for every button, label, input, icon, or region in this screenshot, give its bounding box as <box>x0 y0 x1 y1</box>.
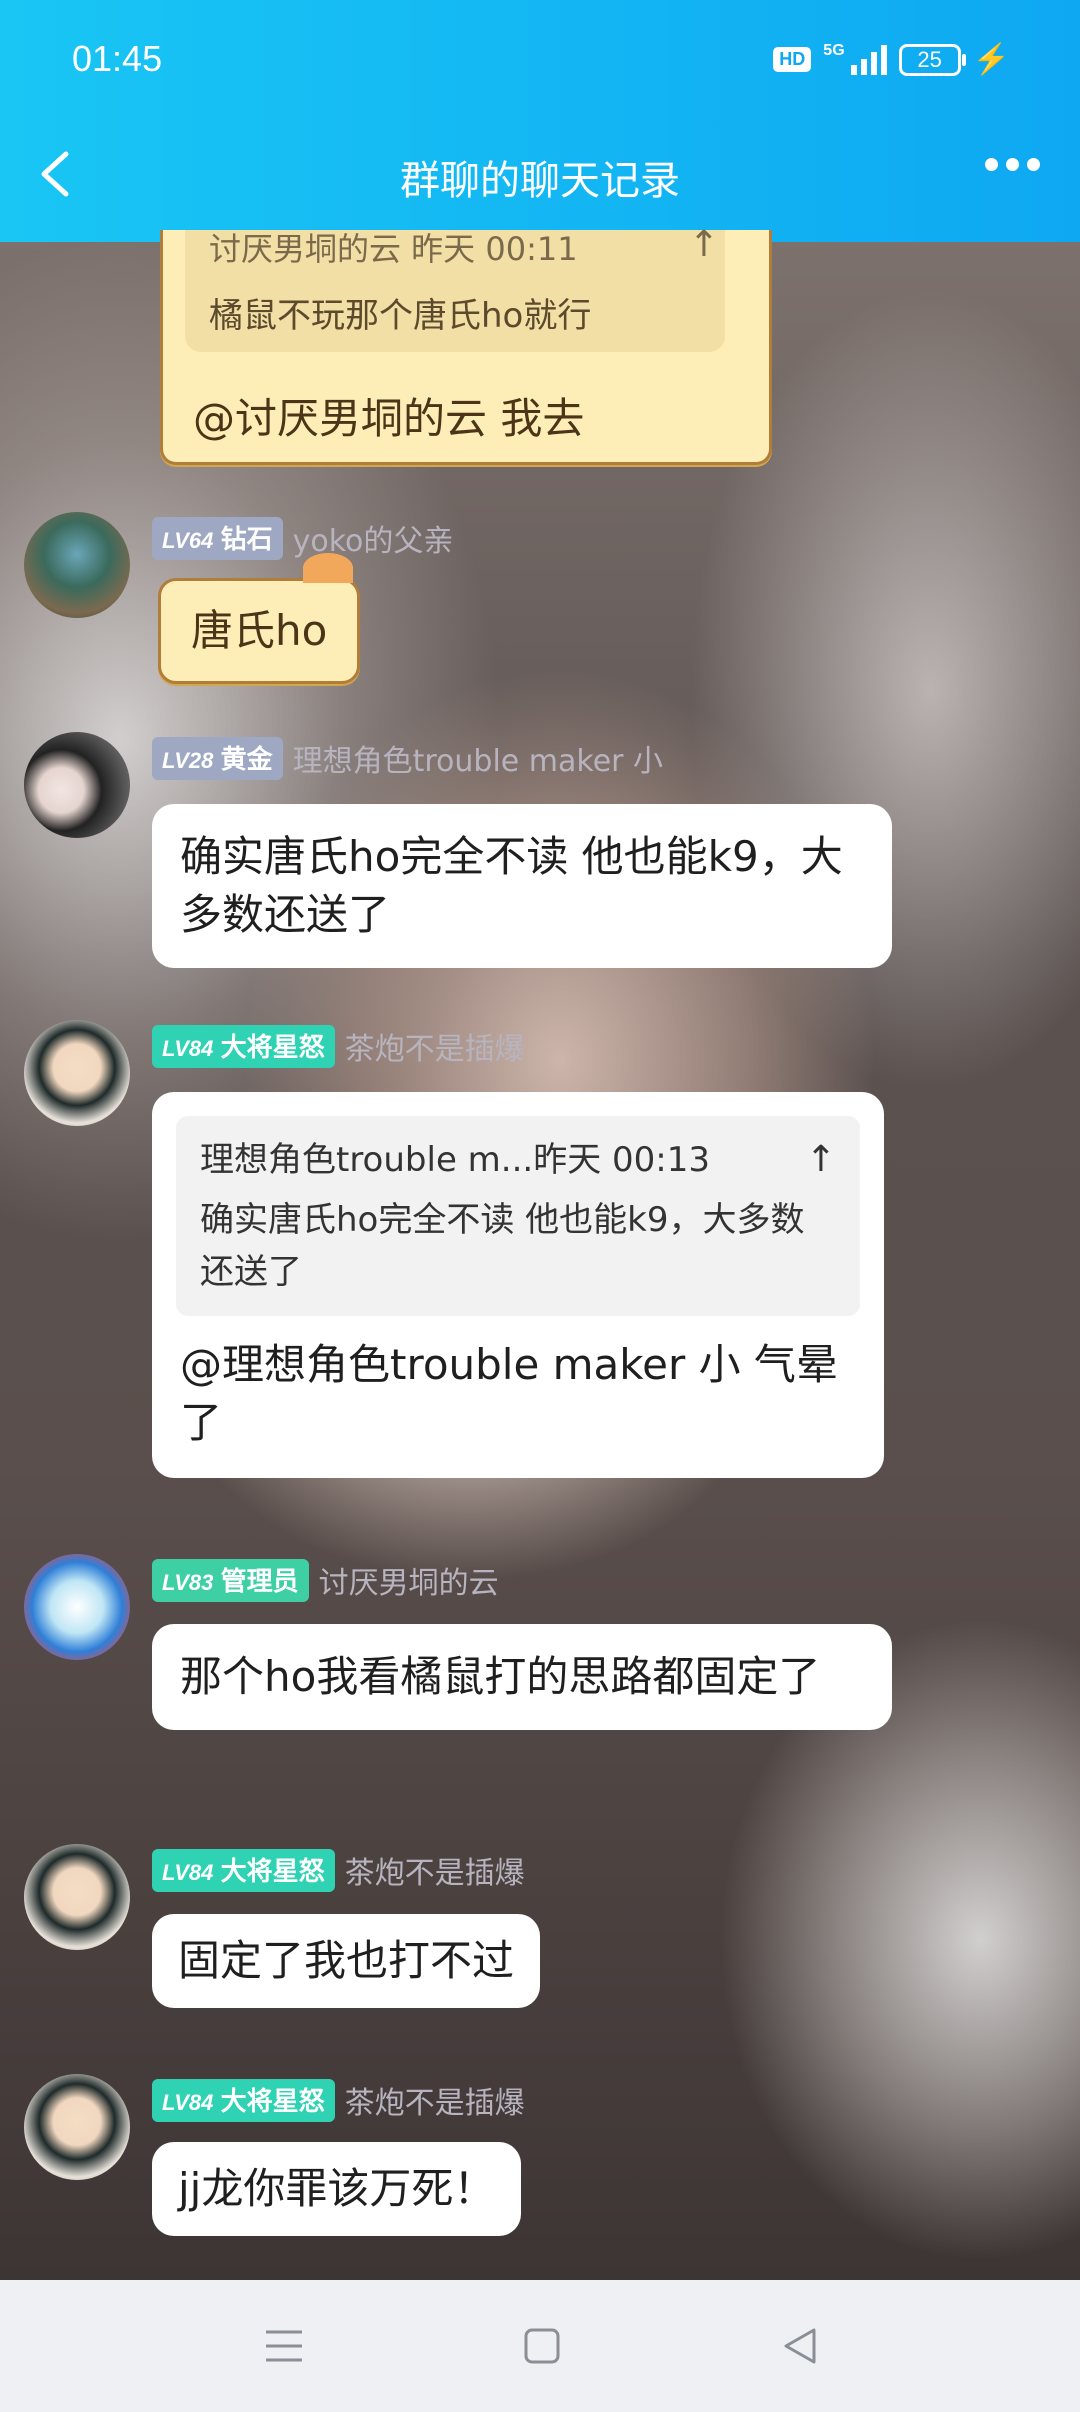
message-text: 确实唐氏ho完全不读 他也能k9，大多数还送了 <box>180 832 843 939</box>
message-text: @讨厌男垌的云 我去 <box>193 394 585 443</box>
home-square-icon[interactable] <box>522 2326 562 2366</box>
message-meta: LV28 黄金 理想角色trouble maker 小 <box>152 736 663 780</box>
charging-icon: ⚡ <box>972 43 1010 76</box>
system-nav-bar <box>0 2280 1080 2412</box>
quote-header: 讨厌男垌的云 昨天 00:11 <box>209 230 578 268</box>
level-badge: LV84 大将星怒 <box>152 1024 335 1068</box>
back-triangle-icon[interactable] <box>780 2326 820 2366</box>
nickname[interactable]: 理想角色trouble maker 小 <box>293 736 663 780</box>
quote-header: 理想角色trouble m...昨天 00:13 <box>200 1140 710 1180</box>
network-type: 5G <box>823 42 845 59</box>
message-text: @理想角色trouble maker 小 气晕了 <box>180 1340 838 1447</box>
message-bubble[interactable]: 固定了我也打不过 <box>152 1914 541 2008</box>
message-bubble[interactable]: jj龙你罪该万死！ <box>152 2142 522 2236</box>
cat-ear-decoration-icon <box>303 553 354 583</box>
message-meta: LV84 大将星怒 茶炮不是插爆 <box>152 1024 525 1068</box>
menu-icon[interactable] <box>262 2326 306 2366</box>
avatar[interactable] <box>24 1020 130 1126</box>
message-meta: LV83 管理员 讨厌男垌的云 <box>152 1558 499 1602</box>
nickname[interactable]: 茶炮不是插爆 <box>345 1024 525 1068</box>
message-meta: LV84 大将星怒 茶炮不是插爆 <box>152 2078 525 2122</box>
message-meta: LV64 钻石 yoko的父亲 <box>152 516 453 560</box>
page-title: 群聊的聊天记录 <box>400 158 680 204</box>
message-bubble[interactable]: 那个ho我看橘鼠打的思路都固定了 <box>152 1624 892 1730</box>
avatar[interactable] <box>24 2074 130 2180</box>
avatar[interactable] <box>24 732 130 838</box>
avatar[interactable] <box>24 512 130 618</box>
quote-text: 确实唐氏ho完全不读 他也能k9，大多数还送了 <box>200 1200 805 1292</box>
jump-up-icon[interactable]: ↑ <box>806 1134 836 1186</box>
nickname[interactable]: 讨厌男垌的云 <box>319 1558 499 1602</box>
nickname[interactable]: 茶炮不是插爆 <box>345 2078 525 2122</box>
message-text: 固定了我也打不过 <box>178 1936 515 1985</box>
jump-up-icon[interactable]: ↑ <box>689 224 719 270</box>
message-bubble[interactable]: 理想角色trouble m...昨天 00:13 ↑ 确实唐氏ho完全不读 他也… <box>152 1092 884 1478</box>
avatar[interactable] <box>24 1554 130 1660</box>
paper-reply-bubble[interactable]: 讨厌男垌的云 昨天 00:11 ↑ 橘鼠不玩那个唐氏ho就行 @讨厌男垌的云 我… <box>160 224 772 465</box>
message-text: 那个ho我看橘鼠打的思路都固定了 <box>180 1652 821 1701</box>
status-time: 01:45 <box>72 38 163 79</box>
message-meta: LV84 大将星怒 茶炮不是插爆 <box>152 1848 525 1892</box>
level-badge: LV84 大将星怒 <box>152 1848 335 1892</box>
level-badge: LV84 大将星怒 <box>152 2078 335 2122</box>
signal-icon <box>850 44 887 75</box>
more-options-icon[interactable] <box>985 158 1040 171</box>
status-icons: HD 5G 25 ⚡ <box>773 42 1010 77</box>
hd-icon: HD <box>773 47 812 72</box>
message-bubble[interactable]: 确实唐氏ho完全不读 他也能k9，大多数还送了 <box>152 804 892 968</box>
battery-icon: 25 <box>898 43 966 76</box>
quote-block[interactable]: 讨厌男垌的云 昨天 00:11 ↑ 橘鼠不玩那个唐氏ho就行 <box>185 224 725 352</box>
quote-block[interactable]: 理想角色trouble m...昨天 00:13 ↑ 确实唐氏ho完全不读 他也… <box>176 1116 860 1316</box>
quote-text: 橘鼠不玩那个唐氏ho就行 <box>209 296 592 336</box>
message-text: jj龙你罪该万死！ <box>178 2164 496 2213</box>
avatar[interactable] <box>24 1844 130 1950</box>
message-bubble[interactable]: 唐氏ho <box>158 553 361 684</box>
message-text: 唐氏ho <box>191 606 328 655</box>
level-badge: LV83 管理员 <box>152 1558 309 1602</box>
nickname[interactable]: 茶炮不是插爆 <box>345 1848 525 1892</box>
header-bar: 01:45 HD 5G 25 ⚡ 群聊的聊天记录 <box>0 0 1080 242</box>
level-badge: LV28 黄金 <box>152 736 283 780</box>
level-badge: LV64 钻石 <box>152 516 283 560</box>
